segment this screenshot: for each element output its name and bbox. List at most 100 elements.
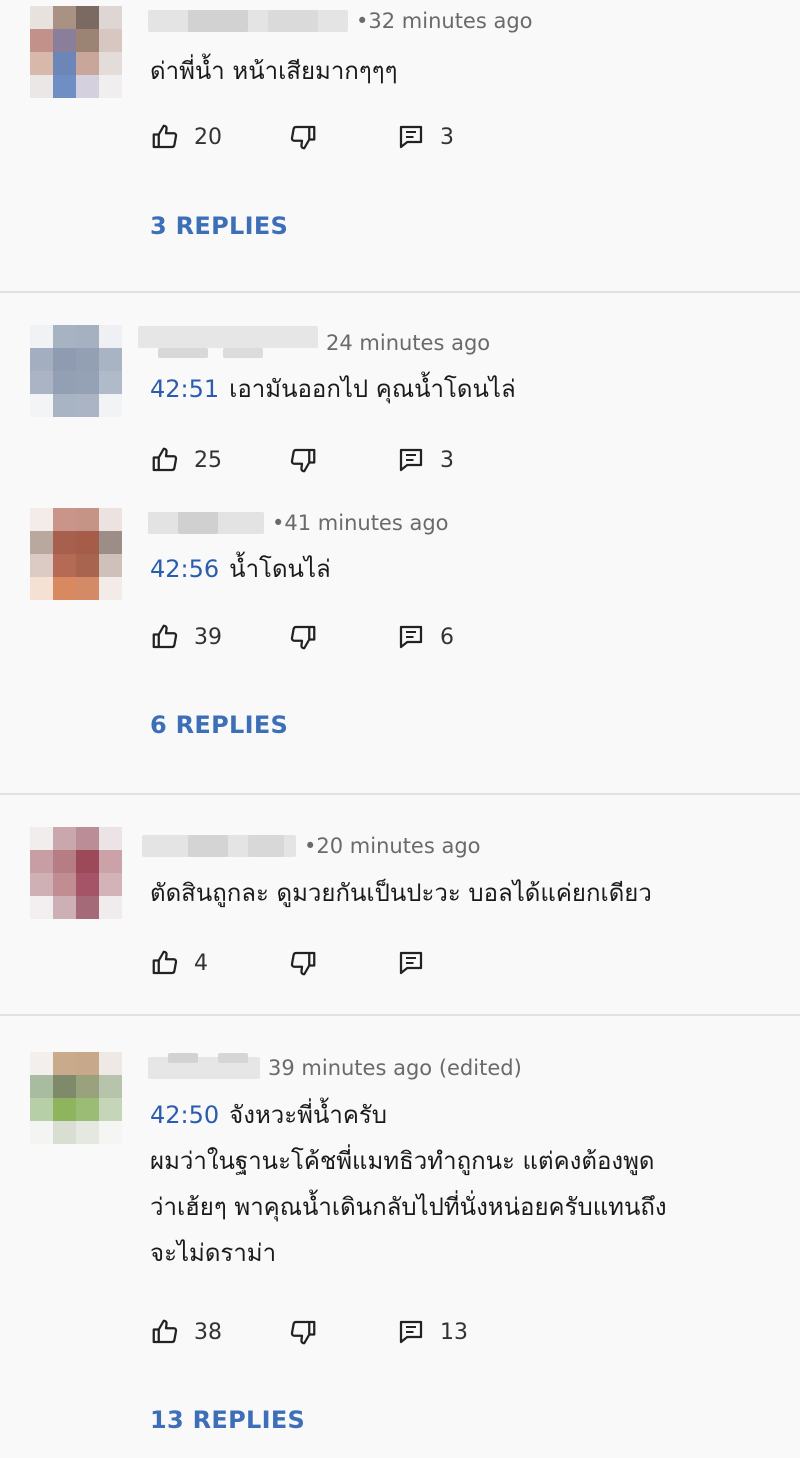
avatar-pixel (53, 6, 76, 29)
avatar-pixel (53, 873, 76, 896)
avatar-pixel (99, 1075, 122, 1098)
dislike-button[interactable] (288, 120, 318, 154)
avatar-pixel (53, 508, 76, 531)
avatar-pixel (76, 29, 99, 52)
avatar-pixel (99, 1098, 122, 1121)
avatar-pixel (76, 850, 99, 873)
view-replies-link[interactable]: 6 REPLIES (150, 711, 288, 739)
dislike-button[interactable] (288, 946, 318, 980)
like-button[interactable]: 39 (150, 620, 222, 654)
avatar[interactable] (30, 6, 122, 98)
like-button[interactable]: 38 (150, 1315, 222, 1349)
comment-line: 42:51 เอามันออกไป คุณน้ำโดนไล่ (150, 375, 516, 403)
blurred-username[interactable] (148, 10, 348, 32)
avatar-pixel (76, 1052, 99, 1075)
comment-text: 42:50 จังหวะพี่น้ำครับ ผมว่าในฐานะโค้ชพี่… (150, 1092, 780, 1276)
edited-label: (edited) (438, 1056, 522, 1080)
avatar-pixel (76, 873, 99, 896)
avatar-pixel (99, 394, 122, 417)
comment-line: ตัดสินถูกละ ดูมวยกันเป็นปะวะ บอลได้แค่ยก… (150, 879, 652, 907)
avatar-pixel (76, 896, 99, 919)
avatar-pixel (30, 577, 53, 600)
comment-time: 32 minutes ago (368, 9, 533, 33)
avatar-pixel (99, 554, 122, 577)
comment-2: 24 minutes ago 42:51 เอามันออกไป คุณน้ำโด… (0, 293, 800, 498)
comment-actions: 4 (150, 946, 750, 980)
reply-button[interactable]: 3 (396, 443, 454, 477)
reply-button[interactable]: 13 (396, 1315, 468, 1349)
reply-button[interactable]: 6 (396, 620, 454, 654)
avatar-pixel (76, 531, 99, 554)
avatar-pixel (53, 531, 76, 554)
comment-text: 42:56 น้ำโดนไล่ (150, 546, 780, 592)
comment-5: 39 minutes ago (edited) 42:50 จังหวะพี่น้… (0, 1016, 800, 1458)
dislike-button[interactable] (288, 1315, 318, 1349)
thumb-down-icon (290, 625, 316, 650)
comment-actions: 38 13 (150, 1315, 750, 1349)
avatar-pixel (30, 348, 53, 371)
timestamp-link[interactable]: 42:50 (150, 1101, 219, 1129)
reply-button[interactable] (396, 946, 426, 980)
avatar[interactable] (30, 508, 122, 600)
comment-4: • 20 minutes ago ตัดสินถูกละ ดูมวยกันเป็… (0, 795, 800, 1013)
avatar-pixel (53, 554, 76, 577)
avatar-pixel (99, 75, 122, 98)
avatar-pixel (30, 827, 53, 850)
avatar-pixel (99, 577, 122, 600)
blurred-username[interactable] (148, 1053, 260, 1079)
avatar-pixel (99, 1052, 122, 1075)
avatar[interactable] (30, 1052, 122, 1144)
dislike-button[interactable] (288, 620, 318, 654)
like-button[interactable]: 25 (150, 443, 222, 477)
thumb-up-icon (152, 950, 178, 975)
avatar-pixel (53, 827, 76, 850)
avatar-pixel (53, 577, 76, 600)
avatar-pixel (76, 348, 99, 371)
view-replies-link[interactable]: 3 REPLIES (150, 212, 288, 240)
avatar-pixel (76, 1075, 99, 1098)
like-button[interactable]: 4 (150, 946, 208, 980)
avatar-pixel (99, 850, 122, 873)
avatar-pixel (76, 325, 99, 348)
comment-meta: 24 minutes ago (138, 326, 491, 358)
comment-actions: 39 6 (150, 620, 750, 654)
avatar[interactable] (30, 325, 122, 417)
avatar-pixel (99, 508, 122, 531)
comment-line: ด่าพี่น้ำ หน้าเสียมากๆๆๆ (150, 57, 398, 85)
blurred-username[interactable] (148, 512, 264, 534)
avatar-pixel (53, 1075, 76, 1098)
avatar-pixel (30, 531, 53, 554)
avatar-pixel (99, 325, 122, 348)
comment-time: 24 minutes ago (326, 331, 491, 355)
blurred-username[interactable] (138, 326, 318, 358)
reply-button[interactable]: 3 (396, 120, 454, 154)
comment-1: • 32 minutes ago ด่าพี่น้ำ หน้าเสียมากๆๆ… (0, 0, 800, 290)
avatar-pixel (53, 52, 76, 75)
avatar[interactable] (30, 827, 122, 919)
like-count: 39 (194, 624, 222, 650)
timestamp-link[interactable]: 42:56 (150, 555, 219, 583)
blurred-username[interactable] (142, 835, 296, 857)
like-button[interactable]: 20 (150, 120, 222, 154)
avatar-pixel (30, 873, 53, 896)
avatar-pixel (99, 873, 122, 896)
comment-meta: 39 minutes ago (edited) (148, 1053, 522, 1082)
thumb-down-icon (290, 951, 316, 976)
reply-icon (399, 448, 423, 472)
avatar-pixel (76, 394, 99, 417)
reply-icon (399, 951, 423, 975)
avatar-pixel (53, 348, 76, 371)
timestamp-link[interactable]: 42:51 (150, 375, 219, 403)
avatar-pixel (76, 508, 99, 531)
avatar-pixel (30, 896, 53, 919)
view-replies-link[interactable]: 13 REPLIES (150, 1406, 305, 1434)
reply-icon (399, 1320, 423, 1344)
like-count: 20 (194, 124, 222, 150)
comment-line: จะไม่ดราม่า (150, 1239, 277, 1267)
avatar-pixel (76, 577, 99, 600)
comment-3: • 41 minutes ago 42:56 น้ำโดนไล่ 39 6 6 R… (0, 500, 800, 792)
comment-line: 42:50 จังหวะพี่น้ำครับ (150, 1101, 388, 1129)
dislike-button[interactable] (288, 443, 318, 477)
avatar-pixel (30, 508, 53, 531)
avatar-pixel (99, 827, 122, 850)
